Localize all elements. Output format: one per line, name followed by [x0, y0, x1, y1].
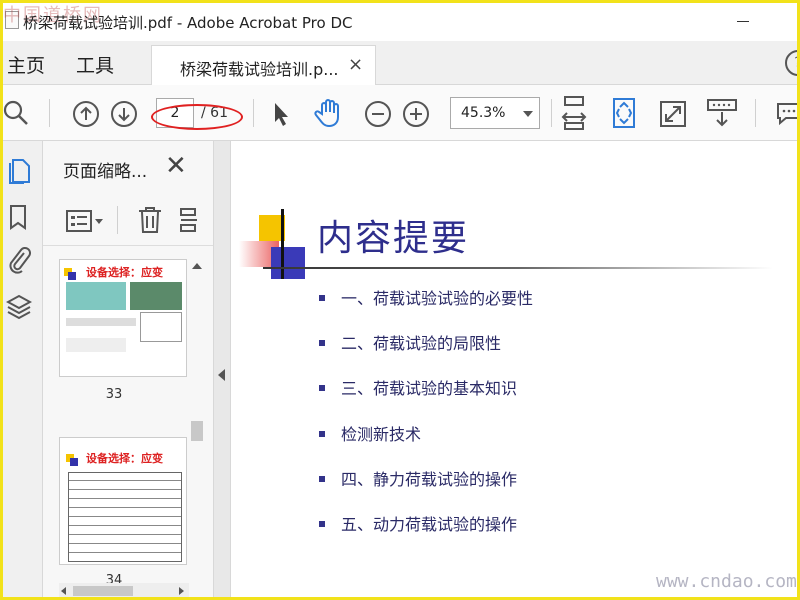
- document-tab-label: 桥梁荷载试验培训.p...: [180, 60, 339, 79]
- app-window: 中国道桥网 桥梁荷载试验培训.pdf - Adobe Acrobat Pro D…: [0, 0, 800, 600]
- zoom-value: 45.3%: [461, 105, 506, 121]
- scrollbar-thumb[interactable]: [73, 586, 133, 596]
- comment-icon[interactable]: [775, 99, 800, 127]
- scroll-left-icon[interactable]: [61, 587, 66, 595]
- search-icon[interactable]: [3, 99, 31, 127]
- thumbnail-table: [68, 472, 182, 562]
- fit-width-icon[interactable]: [560, 95, 588, 131]
- list-item-text: 五、动力荷载试验的操作: [341, 515, 518, 534]
- thumbnail-heading: 设备选择：应变: [86, 452, 163, 465]
- thumbnail-options-icon[interactable]: [65, 208, 105, 234]
- thumbnail-image: [66, 338, 126, 352]
- bullet-icon: [319, 520, 325, 527]
- close-tab-icon[interactable]: ×: [348, 54, 363, 75]
- thumbnail-image: [140, 312, 182, 342]
- scrollbar-thumb[interactable]: [191, 421, 203, 441]
- list-item-text: 四、静力荷载试验的操作: [341, 470, 518, 489]
- list-item: 检测新技术: [319, 421, 421, 445]
- thumbnail-decor: [70, 458, 78, 466]
- insert-page-icon[interactable]: [179, 206, 199, 234]
- toolbar-separator: [253, 99, 254, 127]
- zoom-out-icon[interactable]: [364, 100, 392, 128]
- read-mode-icon[interactable]: [706, 97, 738, 129]
- tab-home[interactable]: 主页: [7, 51, 45, 78]
- layers-icon[interactable]: [6, 293, 32, 321]
- toolbar-separator: [551, 99, 552, 127]
- slide-title: 内容提要: [317, 218, 470, 259]
- window-title: 桥梁荷载试验培训.pdf - Adobe Acrobat Pro DC: [23, 14, 353, 32]
- zoom-in-icon[interactable]: [402, 100, 430, 128]
- next-page-icon[interactable]: [110, 100, 138, 128]
- collapse-panel-icon[interactable]: [218, 369, 225, 381]
- bullet-icon: [319, 430, 325, 437]
- thumbnail-vertical-scrollbar[interactable]: [189, 261, 205, 583]
- thumbnail-image: [66, 282, 126, 310]
- bullet-icon: [319, 384, 325, 391]
- page-thumbnails-icon[interactable]: [7, 157, 31, 185]
- list-item: 五、动力荷载试验的操作: [319, 511, 517, 535]
- page-thumbnail-34[interactable]: 设备选择：应变: [59, 437, 187, 565]
- thumbnail-heading: 设备选择：应变: [86, 266, 163, 279]
- full-screen-icon[interactable]: [659, 100, 687, 128]
- hand-tool-icon[interactable]: [313, 97, 345, 129]
- zoom-select[interactable]: 45.3%: [450, 97, 540, 129]
- slide-decor-blue: [271, 247, 305, 279]
- toolbar-separator: [49, 99, 50, 127]
- tab-bar: 主页 工具 桥梁荷载试验培训.p... × ?: [3, 41, 797, 86]
- close-panel-icon[interactable]: ✕: [165, 151, 187, 181]
- navigation-rail: [3, 141, 43, 597]
- document-view[interactable]: 内容提要 一、荷载试验试验的必要性 二、荷载试验的局限性 三、荷载试验的基本知识…: [231, 141, 797, 597]
- chevron-down-icon: [523, 111, 533, 117]
- select-arrow-icon[interactable]: [269, 100, 293, 128]
- thumbnail-decor: [68, 272, 76, 280]
- list-item: 三、荷载试验的基本知识: [319, 375, 517, 399]
- panel-splitter[interactable]: [213, 141, 231, 597]
- panel-toolbar: [43, 196, 213, 246]
- list-item-text: 一、荷载试验试验的必要性: [341, 289, 534, 308]
- page-thumbnail-33[interactable]: 设备选择：应变: [59, 259, 187, 377]
- toolbar-separator: [117, 206, 118, 234]
- thumbnail-page-number: 33: [105, 387, 123, 402]
- panel-title: 页面缩略...: [63, 162, 148, 182]
- thumbnail-image: [66, 318, 136, 326]
- scroll-right-icon[interactable]: [179, 587, 184, 595]
- page-thumbnails-panel: 页面缩略... ✕ 设备选择：应变 33 设备选择：应变 34: [43, 141, 213, 597]
- slide-title-underline: [263, 267, 773, 269]
- scroll-up-icon[interactable]: [192, 263, 202, 269]
- title-bar: 中国道桥网 桥梁荷载试验培训.pdf - Adobe Acrobat Pro D…: [3, 3, 797, 41]
- toolbar: 2 / 61 45.3%: [3, 85, 797, 141]
- list-item: 四、静力荷载试验的操作: [319, 466, 517, 490]
- thumbnail-image: [130, 282, 182, 310]
- list-item: 二、荷载试验的局限性: [319, 330, 501, 354]
- document-tab[interactable]: 桥梁荷载试验培训.p... ×: [151, 45, 376, 86]
- list-item-text: 检测新技术: [341, 425, 422, 444]
- list-item-text: 三、荷载试验的基本知识: [341, 379, 518, 398]
- bullet-icon: [319, 294, 325, 301]
- bookmark-icon[interactable]: [7, 203, 29, 231]
- toolbar-separator: [755, 99, 756, 127]
- minimize-button[interactable]: [731, 9, 755, 33]
- bullet-icon: [319, 339, 325, 346]
- list-item-text: 二、荷载试验的局限性: [341, 334, 502, 353]
- bullet-icon: [319, 475, 325, 482]
- site-watermark-bottom: www.cndao.com: [656, 571, 797, 592]
- help-icon[interactable]: ?: [785, 50, 797, 76]
- previous-page-icon[interactable]: [72, 100, 100, 128]
- thumbnail-horizontal-scrollbar[interactable]: [59, 583, 189, 597]
- attachment-icon[interactable]: [7, 245, 31, 275]
- fit-page-icon[interactable]: [610, 97, 638, 129]
- tab-tools[interactable]: 工具: [76, 51, 114, 78]
- delete-page-icon[interactable]: [137, 205, 163, 235]
- red-annotation-ellipse: [151, 104, 243, 130]
- list-item: 一、荷载试验试验的必要性: [319, 285, 533, 309]
